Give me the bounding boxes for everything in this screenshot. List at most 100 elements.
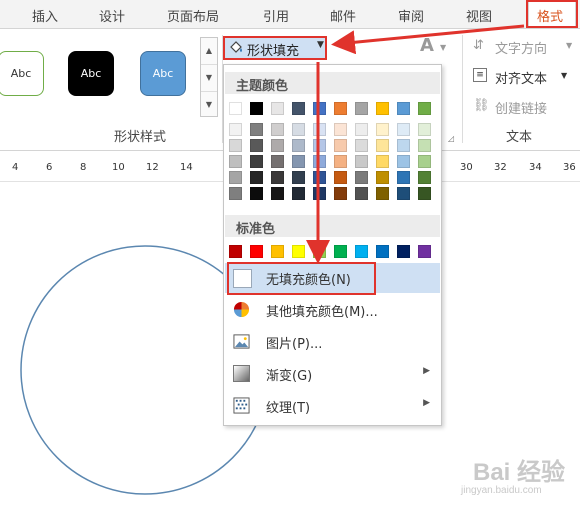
theme-tint-swatch[interactable] — [376, 123, 389, 136]
theme-tint-swatch[interactable] — [229, 139, 242, 152]
theme-tint-swatch[interactable] — [292, 187, 305, 200]
theme-color-swatch[interactable] — [292, 102, 305, 115]
style-gallery-scroll[interactable]: ▲ ▼ ▼ — [200, 37, 218, 117]
theme-tint-swatch[interactable] — [271, 155, 284, 168]
theme-tint-swatch[interactable] — [334, 187, 347, 200]
theme-tint-swatch[interactable] — [229, 187, 242, 200]
theme-tint-swatch[interactable] — [418, 171, 431, 184]
theme-color-swatch[interactable] — [250, 102, 263, 115]
theme-tint-swatch[interactable] — [292, 155, 305, 168]
theme-color-swatch[interactable] — [418, 102, 431, 115]
tab-view[interactable]: 视图 — [466, 6, 492, 25]
shape-style-outline-green[interactable]: Abc — [0, 51, 44, 96]
theme-tint-swatch[interactable] — [376, 155, 389, 168]
theme-tint-swatch[interactable] — [229, 171, 242, 184]
theme-tint-swatch[interactable] — [397, 155, 410, 168]
theme-tint-swatch[interactable] — [418, 139, 431, 152]
theme-color-swatch[interactable] — [313, 102, 326, 115]
shape-style-blue[interactable]: Abc — [140, 51, 186, 96]
chevron-down-icon[interactable]: ▼ — [440, 43, 446, 52]
theme-tint-swatch[interactable] — [271, 123, 284, 136]
standard-color-swatch[interactable] — [376, 245, 389, 258]
theme-tint-swatch[interactable] — [355, 155, 368, 168]
theme-tint-swatch[interactable] — [397, 187, 410, 200]
theme-tint-swatch[interactable] — [418, 155, 431, 168]
tab-references[interactable]: 引用 — [263, 6, 289, 25]
theme-tint-swatch[interactable] — [229, 155, 242, 168]
theme-tint-swatch[interactable] — [313, 171, 326, 184]
theme-tint-swatch[interactable] — [250, 155, 263, 168]
tab-page-layout[interactable]: 页面布局 — [167, 6, 219, 25]
more-fill-colors-item[interactable]: 其他填充颜色(M)... — [225, 295, 440, 325]
scroll-down-icon[interactable]: ▼ — [201, 65, 217, 92]
standard-color-swatch[interactable] — [418, 245, 431, 258]
theme-tint-swatch[interactable] — [397, 171, 410, 184]
theme-tint-swatch[interactable] — [271, 187, 284, 200]
chevron-down-icon[interactable]: ▼ — [566, 41, 572, 50]
theme-tint-swatch[interactable] — [250, 139, 263, 152]
theme-color-swatch[interactable] — [397, 102, 410, 115]
standard-color-swatch[interactable] — [229, 245, 242, 258]
theme-tint-swatch[interactable] — [313, 139, 326, 152]
theme-tint-swatch[interactable] — [313, 123, 326, 136]
align-text-icon[interactable]: ≡ — [473, 68, 487, 82]
theme-tint-swatch[interactable] — [313, 155, 326, 168]
dialog-launcher-icon[interactable]: ◿ — [448, 134, 454, 143]
link-icon[interactable]: ⛓ — [473, 98, 490, 113]
standard-color-swatch[interactable] — [334, 245, 347, 258]
theme-color-swatch[interactable] — [376, 102, 389, 115]
shape-style-black[interactable]: Abc — [68, 51, 114, 96]
theme-tint-swatch[interactable] — [397, 123, 410, 136]
tab-review[interactable]: 审阅 — [398, 6, 424, 25]
theme-tint-swatch[interactable] — [355, 123, 368, 136]
text-direction-button[interactable]: 文字方向 — [495, 38, 547, 57]
standard-color-swatch[interactable] — [313, 245, 326, 258]
theme-tint-swatch[interactable] — [334, 139, 347, 152]
standard-color-swatch[interactable] — [250, 245, 263, 258]
theme-tint-swatch[interactable] — [334, 171, 347, 184]
theme-tint-swatch[interactable] — [292, 171, 305, 184]
theme-tint-swatch[interactable] — [250, 171, 263, 184]
text-direction-icon[interactable]: ⇵ — [473, 38, 484, 53]
standard-color-swatch[interactable] — [292, 245, 305, 258]
standard-color-swatch[interactable] — [271, 245, 284, 258]
theme-tint-swatch[interactable] — [292, 123, 305, 136]
theme-tint-swatch[interactable] — [376, 139, 389, 152]
scroll-up-icon[interactable]: ▲ — [201, 38, 217, 65]
theme-tint-swatch[interactable] — [334, 123, 347, 136]
theme-tint-swatch[interactable] — [355, 171, 368, 184]
theme-tint-swatch[interactable] — [376, 171, 389, 184]
theme-tint-swatch[interactable] — [334, 155, 347, 168]
tab-design[interactable]: 设计 — [99, 6, 125, 25]
picture-fill-item[interactable]: 图片(P)... — [225, 327, 440, 357]
theme-color-swatch[interactable] — [229, 102, 242, 115]
theme-tint-swatch[interactable] — [250, 123, 263, 136]
gradient-fill-item[interactable]: 渐变(G) ▶ — [225, 359, 440, 389]
theme-color-swatch[interactable] — [271, 102, 284, 115]
align-text-button[interactable]: 对齐文本 — [495, 68, 547, 87]
theme-tint-swatch[interactable] — [397, 139, 410, 152]
theme-tint-swatch[interactable] — [271, 139, 284, 152]
chevron-down-icon[interactable]: ▼ — [561, 71, 567, 80]
theme-tint-swatch[interactable] — [418, 123, 431, 136]
texture-fill-item[interactable]: 纹理(T) ▶ — [225, 391, 440, 421]
theme-tint-swatch[interactable] — [355, 187, 368, 200]
create-link-button[interactable]: 创建链接 — [495, 98, 547, 117]
theme-color-swatch[interactable] — [334, 102, 347, 115]
standard-color-swatch[interactable] — [355, 245, 368, 258]
theme-tint-swatch[interactable] — [376, 187, 389, 200]
theme-color-swatch[interactable] — [355, 102, 368, 115]
theme-tint-swatch[interactable] — [250, 187, 263, 200]
theme-tint-swatch[interactable] — [292, 139, 305, 152]
theme-tint-swatch[interactable] — [313, 187, 326, 200]
font-color-icon[interactable]: A — [420, 35, 434, 56]
theme-tint-swatch[interactable] — [418, 187, 431, 200]
shape-fill-button[interactable]: 形状填充 ▼ — [223, 36, 327, 60]
theme-tint-swatch[interactable] — [271, 171, 284, 184]
standard-color-swatch[interactable] — [397, 245, 410, 258]
theme-tint-swatch[interactable] — [355, 139, 368, 152]
theme-tint-swatch[interactable] — [229, 123, 242, 136]
gallery-more-icon[interactable]: ▼ — [201, 92, 217, 118]
tab-mailings[interactable]: 邮件 — [330, 6, 356, 25]
tab-insert[interactable]: 插入 — [32, 6, 58, 25]
